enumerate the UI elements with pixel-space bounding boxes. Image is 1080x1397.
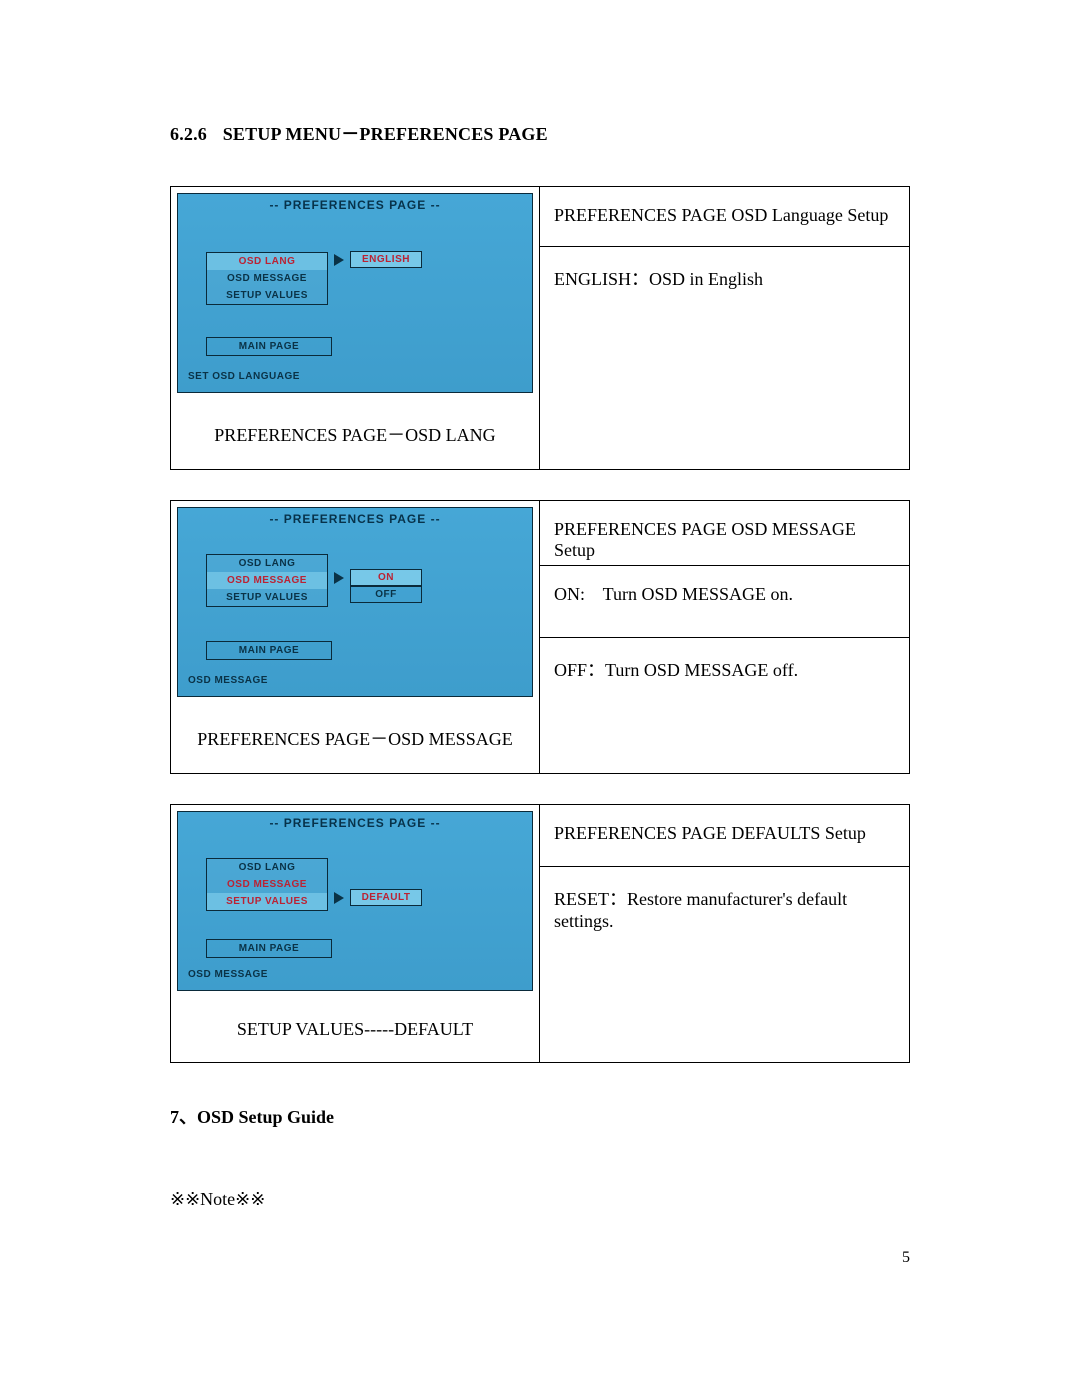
menu-item-setup-values: SETUP VALUES: [207, 287, 327, 304]
osd-status: SET OSD LANGUAGE: [188, 371, 300, 382]
desc-reset: RESET：Restore manufacturer's default set…: [540, 867, 909, 1062]
menu-item-osd-lang: OSD LANG: [207, 859, 327, 876]
osd-title: -- PREFERENCES PAGE --: [178, 194, 532, 212]
section-heading: 6.2.6 SETUP MENU－PREFERENCES PAGE: [170, 120, 910, 146]
table-block-osd-lang: -- PREFERENCES PAGE -- OSD LANG OSD MESS…: [170, 186, 910, 470]
option-off: OFF: [350, 586, 422, 603]
menu-item-setup-values: SETUP VALUES: [207, 589, 327, 606]
document-page: 6.2.6 SETUP MENU－PREFERENCES PAGE -- PRE…: [0, 0, 1080, 1397]
caption: PREFERENCES PAGE－OSD MESSAGE: [177, 697, 533, 767]
right-column: PREFERENCES PAGE DEFAULTS Setup RESET：Re…: [540, 805, 909, 1062]
menu-item-osd-message: OSD MESSAGE: [207, 876, 327, 893]
right-column: PREFERENCES PAGE OSD Language Setup ENGL…: [540, 187, 909, 469]
caption: PREFERENCES PAGE－OSD LANG: [177, 393, 533, 463]
arrow-icon: [334, 572, 344, 584]
main-page-button: MAIN PAGE: [206, 337, 332, 356]
menu-item-setup-values: SETUP VALUES: [207, 893, 327, 910]
desc-title: PREFERENCES PAGE DEFAULTS Setup: [540, 805, 909, 867]
main-page-button: MAIN PAGE: [206, 939, 332, 958]
osd-status: OSD MESSAGE: [188, 675, 268, 686]
section-number: 6.2.6: [170, 124, 218, 145]
osd-menu: OSD LANG OSD MESSAGE SETUP VALUES: [206, 554, 328, 607]
osd-screenshot-lang: -- PREFERENCES PAGE -- OSD LANG OSD MESS…: [177, 193, 533, 393]
osd-menu: OSD LANG OSD MESSAGE SETUP VALUES: [206, 252, 328, 305]
option-on: ON: [350, 569, 422, 586]
section-heading-7: 7、OSD Setup Guide: [170, 1103, 910, 1129]
osd-screenshot-message: -- PREFERENCES PAGE -- OSD LANG OSD MESS…: [177, 507, 533, 697]
left-cell: -- PREFERENCES PAGE -- OSD LANG OSD MESS…: [171, 187, 540, 469]
arrow-icon: [334, 254, 344, 266]
arrow-icon: [334, 892, 344, 904]
osd-status: OSD MESSAGE: [188, 969, 268, 980]
section-title: SETUP MENU－PREFERENCES PAGE: [223, 124, 548, 144]
menu-item-osd-lang: OSD LANG: [207, 253, 327, 270]
osd-title: -- PREFERENCES PAGE --: [178, 508, 532, 526]
osd-menu: OSD LANG OSD MESSAGE SETUP VALUES: [206, 858, 328, 911]
desc-title: PREFERENCES PAGE OSD MESSAGE Setup: [540, 501, 909, 566]
left-cell: -- PREFERENCES PAGE -- OSD LANG OSD MESS…: [171, 805, 540, 1062]
desc-title: PREFERENCES PAGE OSD Language Setup: [540, 187, 909, 247]
osd-title: -- PREFERENCES PAGE --: [178, 812, 532, 830]
menu-item-osd-message: OSD MESSAGE: [207, 572, 327, 589]
option-default: DEFAULT: [350, 889, 422, 906]
menu-item-osd-lang: OSD LANG: [207, 555, 327, 572]
note-marker: ※※Note※※: [170, 1189, 910, 1210]
page-number: 5: [902, 1249, 910, 1267]
table-block-defaults: -- PREFERENCES PAGE -- OSD LANG OSD MESS…: [170, 804, 910, 1063]
desc-off: OFF：Turn OSD MESSAGE off.: [540, 638, 909, 773]
menu-item-osd-message: OSD MESSAGE: [207, 270, 327, 287]
desc-on: ON: Turn OSD MESSAGE on.: [540, 566, 909, 638]
main-page-button: MAIN PAGE: [206, 641, 332, 660]
caption: SETUP VALUES-----DEFAULT: [177, 991, 533, 1056]
desc-english: ENGLISH：OSD in English: [540, 247, 909, 469]
option-english: ENGLISH: [350, 251, 422, 268]
left-cell: -- PREFERENCES PAGE -- OSD LANG OSD MESS…: [171, 501, 540, 773]
right-column: PREFERENCES PAGE OSD MESSAGE Setup ON: T…: [540, 501, 909, 773]
osd-screenshot-defaults: -- PREFERENCES PAGE -- OSD LANG OSD MESS…: [177, 811, 533, 991]
table-block-osd-message: -- PREFERENCES PAGE -- OSD LANG OSD MESS…: [170, 500, 910, 774]
